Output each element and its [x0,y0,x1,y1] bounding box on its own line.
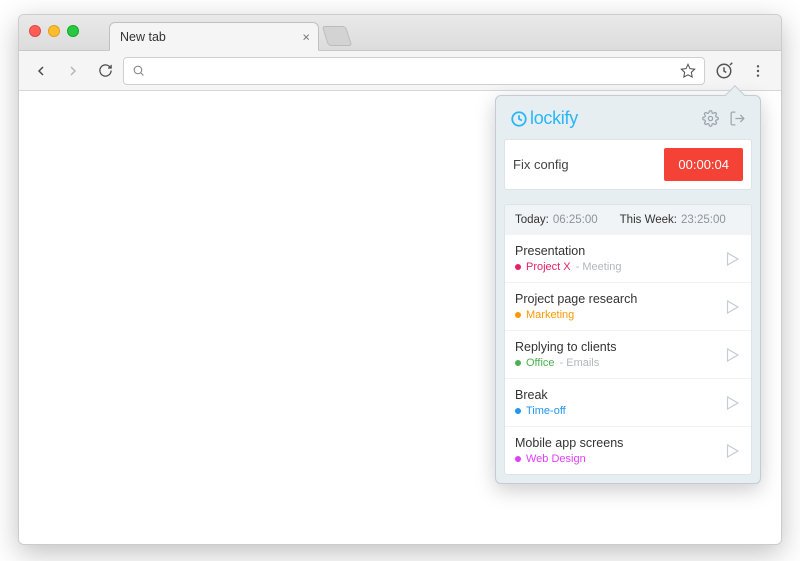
play-icon[interactable] [723,394,741,412]
play-icon[interactable] [723,298,741,316]
back-button[interactable] [27,57,55,85]
entry-subtitle: Office - Emails [515,357,715,369]
entries-list: Presentation Project X - Meeting Project pa… [504,235,752,475]
entry-extra: - Meeting [576,261,622,273]
project-color-dot [515,456,521,462]
entry-project: Office [526,357,555,369]
timer-stop-button[interactable]: 00:00:04 [664,148,743,181]
browser-menu-icon[interactable] [743,57,773,85]
entry-project: Web Design [526,453,586,465]
play-icon[interactable] [723,346,741,364]
window-close-button[interactable] [29,25,41,37]
reload-button[interactable] [91,57,119,85]
entry-subtitle: Time-off [515,405,715,417]
summary-bar: Today: 06:25:00 This Week: 23:25:00 [504,204,752,235]
entry-title: Presentation [515,244,715,258]
brand-text: lockify [530,108,578,129]
entry-extra: - Emails [560,357,600,369]
window-zoom-button[interactable] [67,25,79,37]
time-entry[interactable]: Project page research Marketing [505,282,751,330]
timer-description-input[interactable]: Fix config [513,157,656,172]
page-content: lockify Fix config 00:00:04 Today:06:2 [19,91,781,544]
entry-main: Mobile app screens Web Design [515,436,715,465]
entry-title: Replying to clients [515,340,715,354]
entry-subtitle: Project X - Meeting [515,261,715,273]
entry-main: Presentation Project X - Meeting [515,244,715,273]
entry-main: Project page research Marketing [515,292,715,321]
time-entry[interactable]: Presentation Project X - Meeting [505,235,751,282]
project-color-dot [515,408,521,414]
entry-subtitle: Web Design [515,453,715,465]
brand-logo: lockify [510,108,578,129]
entry-project: Marketing [526,309,574,321]
play-icon[interactable] [723,250,741,268]
time-entry[interactable]: Break Time-off [505,378,751,426]
tab-title: New tab [120,30,166,44]
window-minimize-button[interactable] [48,25,60,37]
new-tab-button[interactable] [322,26,352,46]
project-color-dot [515,312,521,318]
timer-card: Fix config 00:00:04 [504,139,752,190]
address-bar[interactable] [123,57,705,85]
popover-header: lockify [504,104,752,139]
summary-week-label: This Week: [620,214,677,226]
summary-today-label: Today: [515,214,549,226]
clock-icon [510,110,528,128]
entry-title: Break [515,388,715,402]
forward-button[interactable] [59,57,87,85]
entry-main: Replying to clients Office - Emails [515,340,715,369]
tab-close-icon[interactable]: × [302,29,310,44]
search-icon [132,64,145,77]
bookmark-star-icon[interactable] [680,63,696,79]
entry-title: Mobile app screens [515,436,715,450]
extension-icon[interactable] [709,57,739,85]
summary-week: This Week: 23:25:00 [620,214,726,226]
summary-today: Today: 06:25:00 [515,214,598,226]
play-icon[interactable] [723,442,741,460]
entry-project: Project X [526,261,571,273]
entry-title: Project page research [515,292,715,306]
toolbar [19,51,781,91]
entry-subtitle: Marketing [515,309,715,321]
title-bar: New tab × [19,15,781,51]
time-entry[interactable]: Replying to clients Office - Emails [505,330,751,378]
browser-window: New tab × [18,14,782,545]
summary-today-value: 06:25:00 [553,214,598,226]
project-color-dot [515,264,521,270]
browser-tab[interactable]: New tab × [109,22,319,51]
summary-week-value: 23:25:00 [681,214,726,226]
logout-icon[interactable] [729,110,746,127]
settings-icon[interactable] [702,110,719,127]
entry-project: Time-off [526,405,566,417]
entry-main: Break Time-off [515,388,715,417]
window-controls [29,25,79,37]
extension-popover: lockify Fix config 00:00:04 Today:06:2 [495,95,761,484]
time-entry[interactable]: Mobile app screens Web Design [505,426,751,474]
project-color-dot [515,360,521,366]
